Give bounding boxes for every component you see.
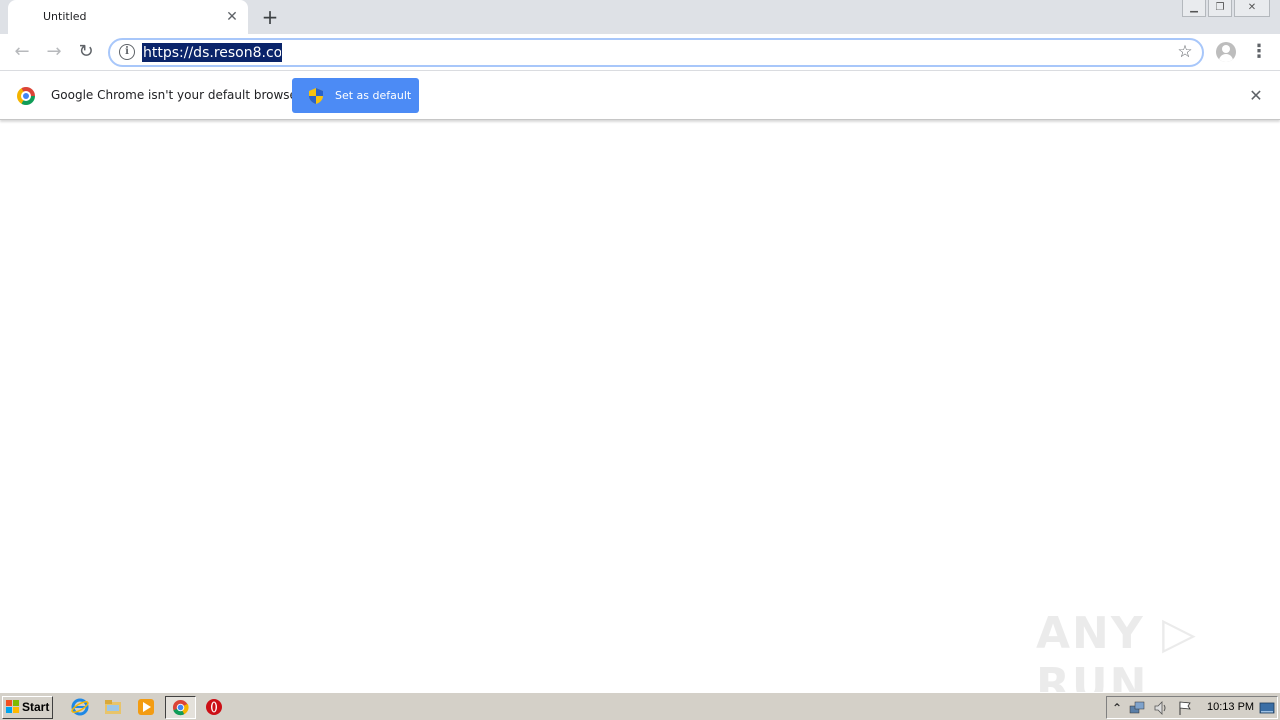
windows-taskbar: Start ⌃ 10:13 PM — [0, 692, 1280, 720]
uac-shield-icon — [309, 88, 323, 104]
restore-button[interactable]: ❐ — [1208, 0, 1232, 17]
window-controls: ▁ ❐ ✕ — [1180, 0, 1270, 18]
infobar-close-icon[interactable]: ✕ — [1246, 86, 1266, 106]
screen: Untitled ✕ + ▁ ❐ ✕ ← → ↻ i ☆ ⋮ Google Ch — [0, 0, 1280, 720]
taskbar-clock[interactable]: 10:13 PM — [1207, 701, 1254, 713]
internet-explorer-icon[interactable] — [71, 698, 89, 716]
back-button[interactable]: ← — [10, 41, 34, 65]
system-tray: ⌃ 10:13 PM — [1106, 696, 1278, 719]
address-input[interactable] — [142, 43, 282, 62]
browser-toolbar: ← → ↻ i ☆ ⋮ — [0, 34, 1280, 71]
chrome-menu-icon[interactable]: ⋮ — [1249, 42, 1269, 62]
taskbar-chrome-button[interactable] — [165, 696, 196, 719]
chrome-logo-core — [23, 93, 29, 99]
opera-icon[interactable] — [205, 698, 223, 716]
tab-untitled[interactable]: Untitled ✕ — [8, 0, 248, 34]
show-desktop-icon[interactable] — [1259, 700, 1275, 716]
action-center-flag-icon[interactable] — [1177, 700, 1193, 716]
chrome-taskbar-icon — [172, 699, 189, 716]
chrome-logo-icon — [17, 87, 35, 105]
windows-flag-icon — [6, 700, 19, 713]
show-hidden-icon[interactable]: ⌃ — [1109, 700, 1125, 716]
set-as-default-button[interactable]: Set as default — [292, 78, 419, 113]
window-close-button[interactable]: ✕ — [1234, 0, 1270, 17]
infobar-message: Google Chrome isn't your default browser — [51, 88, 302, 102]
bookmark-star-icon[interactable]: ☆ — [1175, 42, 1195, 62]
default-browser-infobar: Google Chrome isn't your default browser… — [0, 72, 1280, 120]
network-icon[interactable] — [1129, 700, 1145, 716]
new-tab-button[interactable]: + — [260, 7, 280, 27]
tab-strip: Untitled ✕ + ▁ ❐ ✕ — [0, 0, 1280, 34]
media-player-icon[interactable] — [137, 698, 155, 716]
forward-button[interactable]: → — [42, 41, 66, 65]
file-explorer-icon[interactable] — [104, 698, 122, 716]
tab-title: Untitled — [43, 10, 87, 23]
site-info-icon[interactable]: i — [119, 44, 135, 60]
tab-close-icon[interactable]: ✕ — [224, 9, 240, 25]
start-label: Start — [22, 700, 50, 714]
start-button[interactable]: Start — [2, 696, 53, 719]
volume-icon[interactable] — [1153, 700, 1169, 716]
avatar-head — [1222, 45, 1230, 53]
avatar-body — [1219, 54, 1233, 62]
reload-button[interactable]: ↻ — [74, 41, 98, 65]
set-as-default-label: Set as default — [335, 89, 412, 102]
minimize-button[interactable]: ▁ — [1182, 0, 1206, 17]
omnibox[interactable]: i ☆ — [108, 38, 1204, 67]
profile-avatar-icon[interactable] — [1216, 42, 1236, 62]
